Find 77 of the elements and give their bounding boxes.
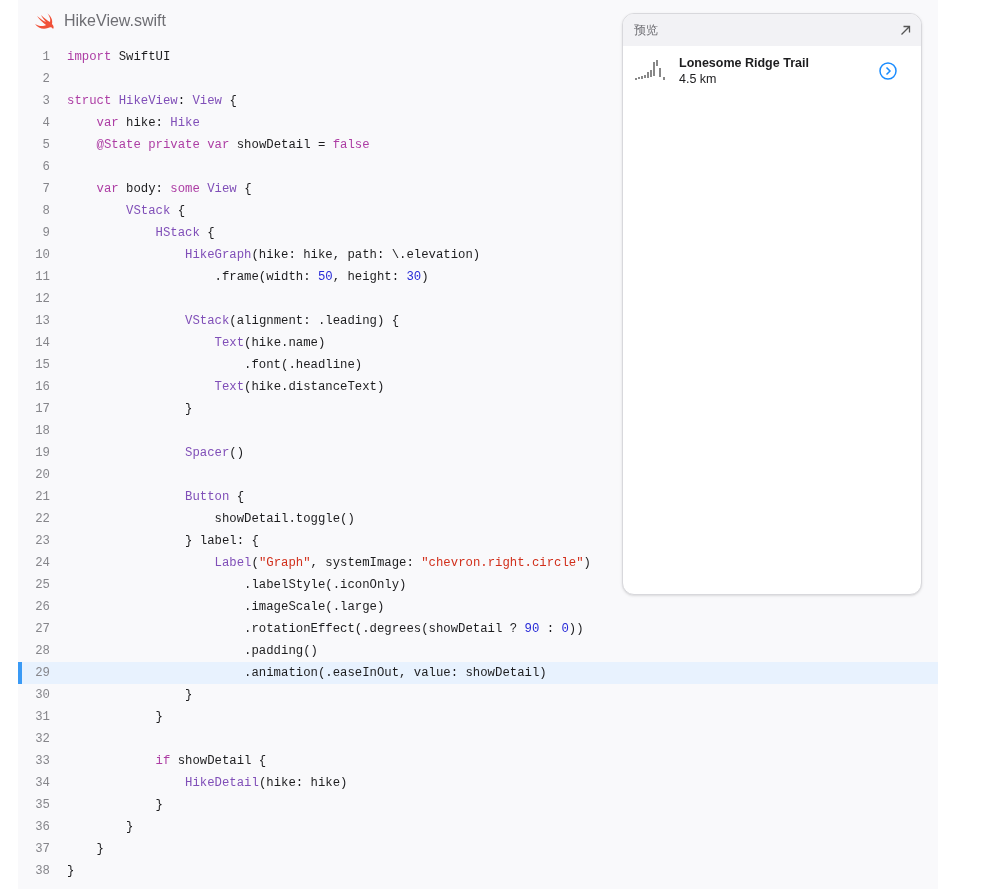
code-line: Text(hike.name) [213, 334, 326, 352]
code-line: Text(hike.distanceText) [213, 378, 385, 396]
line-number: 16 [34, 378, 50, 396]
code-line: } [154, 708, 163, 726]
line-number: 25 [34, 576, 50, 594]
line-number: 24 [34, 554, 50, 572]
code-line: HikeGraph(hike: hike, path: \.elevation) [184, 246, 481, 264]
code-line: .rotationEffect(.degrees(showDetail ? 90 : 0)) [243, 620, 584, 638]
line-number: 36 [34, 818, 50, 836]
code-line: } [125, 818, 134, 836]
line-number: 2 [41, 70, 50, 88]
code-line: .labelStyle(.iconOnly) [243, 576, 407, 594]
code-line: HikeDetail(hike: hike) [184, 774, 348, 792]
line-number: 27 [34, 620, 50, 638]
line-number: 7 [41, 180, 50, 198]
code-line: .font(.headline) [243, 356, 363, 374]
code-line: .imageScale(.large) [243, 598, 385, 616]
line-number: 23 [34, 532, 50, 550]
line-number: 5 [41, 136, 50, 154]
line-number: 14 [34, 334, 50, 352]
chevron-circle-icon[interactable] [879, 62, 897, 80]
line-number: 3 [41, 92, 50, 110]
code-line: VStack { [125, 202, 186, 220]
code-line: } [154, 796, 163, 814]
code-line: .animation(.easeInOut, value: showDetail) [243, 664, 547, 682]
line-number: 30 [34, 686, 50, 704]
line-number: 6 [41, 158, 50, 176]
line-number: 11 [34, 268, 50, 286]
code-line: if showDetail { [154, 752, 267, 770]
code-line: Spacer() [184, 444, 245, 462]
hike-distance: 4.5 km [679, 71, 718, 87]
line-number: 29 [34, 664, 50, 682]
code-line: HStack { [154, 224, 215, 242]
code-line: struct HikeView: View { [67, 92, 237, 110]
line-number: 15 [34, 356, 50, 374]
line-number: 8 [41, 202, 50, 220]
line-number: 4 [41, 114, 50, 132]
swift-logo-icon [34, 12, 56, 30]
line-number: 33 [34, 752, 50, 770]
line-number: 34 [34, 774, 50, 792]
code-line: } [184, 686, 193, 704]
code-line: var hike: Hike [95, 114, 200, 132]
line-number: 9 [41, 224, 50, 242]
code-line: } [67, 862, 75, 880]
line-number: 37 [34, 840, 50, 858]
code-line: Button { [184, 488, 245, 506]
code-line: Label("Graph", systemImage: "chevron.right.circle") [213, 554, 591, 572]
hike-name: Lonesome Ridge Trail [679, 55, 809, 71]
code-line: showDetail.toggle() [213, 510, 355, 528]
code-line: VStack(alignment: .leading) { [184, 312, 400, 330]
line-number: 31 [34, 708, 50, 726]
code-line: import SwiftUI [67, 48, 171, 66]
line-number: 19 [34, 444, 50, 462]
line-number: 28 [34, 642, 50, 660]
code-line: .padding() [243, 642, 318, 660]
line-number: 18 [34, 422, 50, 440]
line-number: 17 [34, 400, 50, 418]
preview-title: 预览 [634, 22, 658, 39]
line-number: 35 [34, 796, 50, 814]
code-line: .frame(width: 50, height: 30) [213, 268, 429, 286]
line-number: 1 [41, 48, 50, 66]
line-number: 26 [34, 598, 50, 616]
code-line: } label: { [184, 532, 259, 550]
code-line: } [95, 840, 104, 858]
file-name: HikeView.swift [64, 11, 166, 31]
line-number: 13 [34, 312, 50, 330]
code-line: var body: some View { [95, 180, 252, 198]
line-number: 22 [34, 510, 50, 528]
line-number: 20 [34, 466, 50, 484]
line-number: 12 [34, 290, 50, 308]
code-line: } [184, 400, 193, 418]
line-number: 21 [34, 488, 50, 506]
line-number: 10 [34, 246, 50, 264]
expand-arrow-icon[interactable] [900, 24, 911, 36]
line-number: 32 [34, 730, 50, 748]
line-number: 38 [34, 862, 50, 880]
code-line: @State private var showDetail = false [95, 136, 370, 154]
